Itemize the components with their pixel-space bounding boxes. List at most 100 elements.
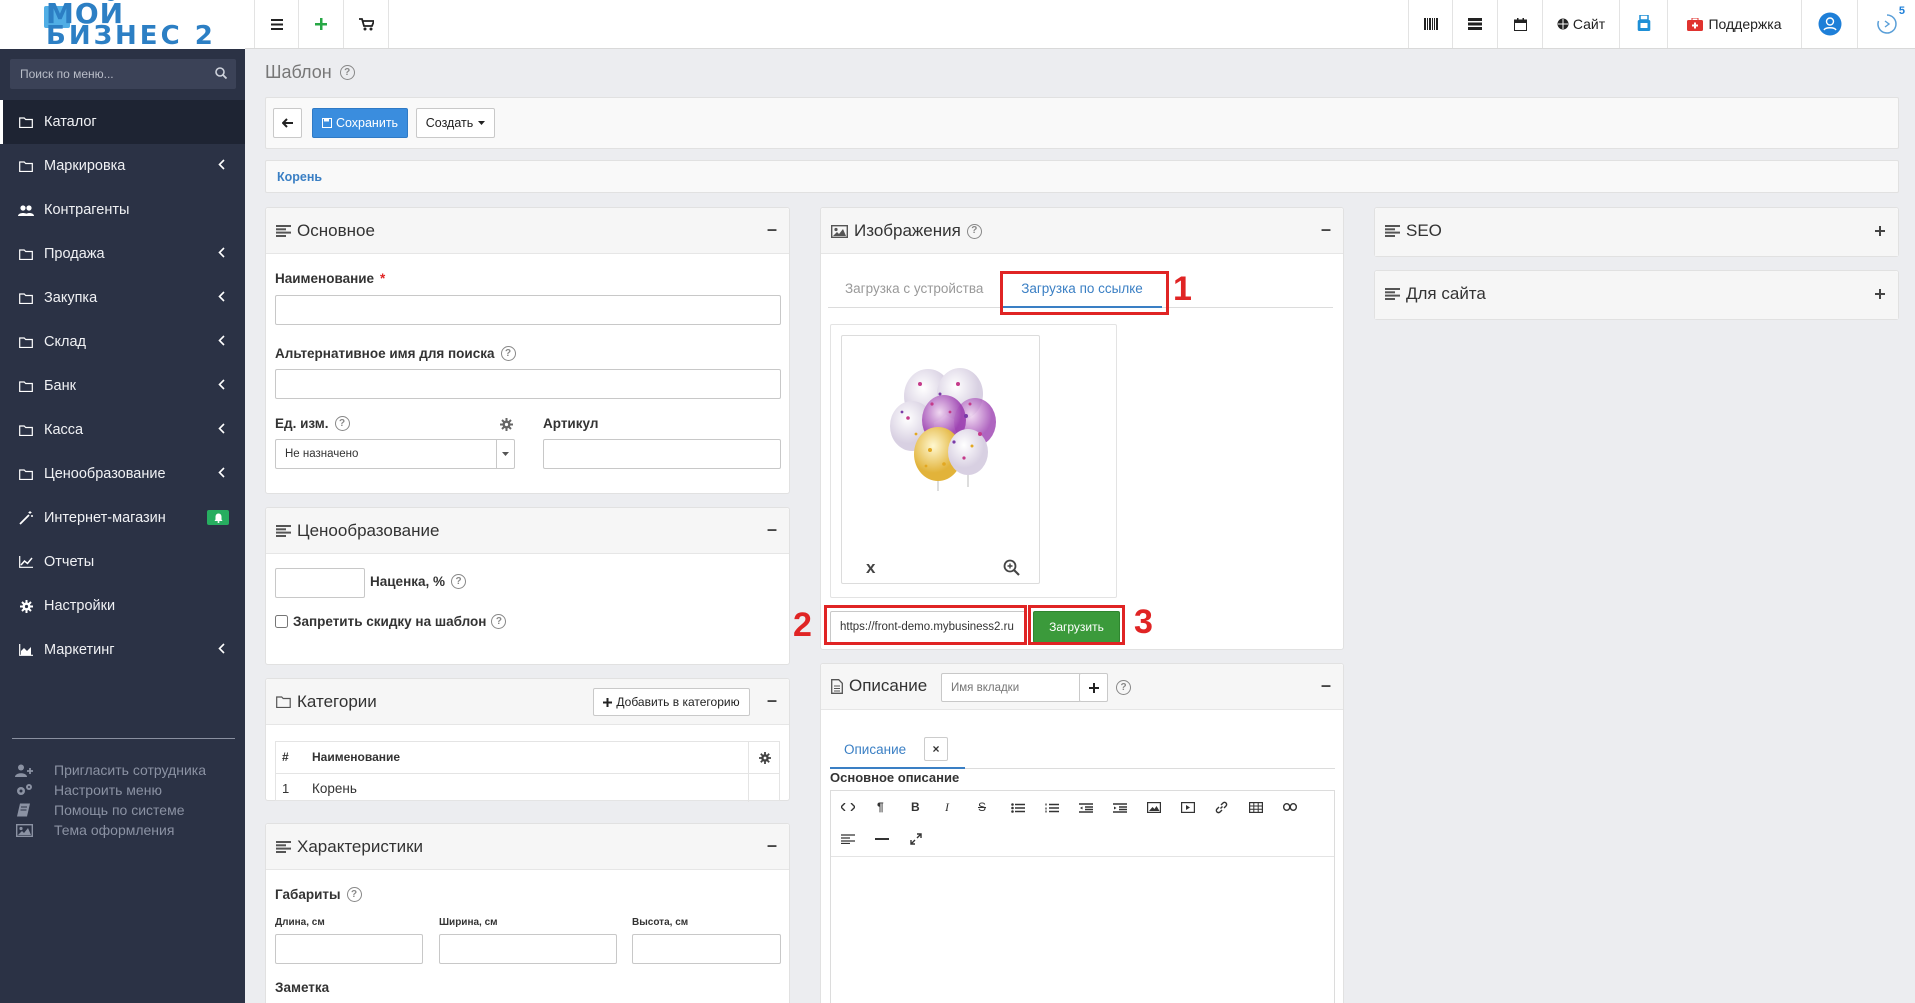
calendar-button[interactable] — [1498, 0, 1543, 48]
save-button[interactable]: Сохранить — [312, 108, 408, 138]
sidebar-item-catalog[interactable]: Каталог — [0, 100, 245, 144]
table-row[interactable]: 1 Корень — [275, 773, 780, 802]
length-input[interactable] — [275, 934, 423, 964]
system-help-link[interactable]: Помощь по системе — [14, 800, 206, 820]
fullscreen-icon[interactable] — [910, 833, 922, 845]
sidebar-item-contractors[interactable]: Контрагенты — [0, 188, 245, 232]
seo-panel-header[interactable]: SEO — [1375, 208, 1898, 256]
gear-icon[interactable] — [759, 752, 771, 764]
barcode-button[interactable] — [1408, 0, 1453, 48]
unordered-list-icon[interactable] — [1011, 803, 1025, 813]
collapse-icon[interactable]: – — [767, 519, 777, 540]
horizontal-rule-icon[interactable] — [875, 838, 889, 840]
logo[interactable]: МОЙ БИЗНЕС 2 — [0, 0, 245, 49]
strikethrough-icon[interactable]: S — [978, 800, 986, 814]
support-button[interactable]: Поддержка — [1668, 0, 1802, 48]
help-icon[interactable]: ? — [339, 65, 355, 80]
outdent-icon[interactable] — [1079, 803, 1093, 813]
italic-icon[interactable]: I — [945, 800, 949, 815]
collapse-icon[interactable]: – — [1321, 675, 1331, 696]
invite-employee-link[interactable]: Пригласить сотрудника — [14, 760, 206, 780]
plus-icon — [315, 18, 327, 30]
help-icon[interactable]: ? — [491, 614, 507, 629]
help-icon[interactable]: ? — [500, 346, 516, 361]
image-thumbnail-card: x — [841, 335, 1040, 584]
editor-content-area[interactable] — [831, 858, 1334, 1003]
user-avatar-button[interactable] — [1802, 0, 1858, 48]
markup-input[interactable] — [275, 568, 365, 598]
tab-name-input[interactable] — [941, 673, 1081, 702]
collapse-icon[interactable]: – — [767, 219, 777, 240]
sidebar-item-marking[interactable]: Маркировка — [0, 144, 245, 188]
collapse-icon[interactable]: – — [1321, 219, 1331, 240]
alt-name-input[interactable] — [275, 369, 781, 399]
table-icon[interactable] — [1249, 802, 1263, 813]
help-icon[interactable]: ? — [451, 574, 466, 589]
sidebar-item-bank[interactable]: Банк — [0, 364, 245, 408]
name-input[interactable] — [275, 295, 781, 325]
expand-plus-icon[interactable] — [1875, 289, 1885, 299]
add-tab-button[interactable] — [1079, 673, 1108, 702]
sidebar-item-pricing[interactable]: Ценообразование — [0, 452, 245, 496]
add-button[interactable] — [299, 0, 344, 48]
server-button[interactable] — [1453, 0, 1498, 48]
no-discount-checkbox[interactable] — [275, 615, 288, 628]
create-dropdown-button[interactable]: Создать — [416, 108, 495, 138]
categories-panel: Категории Добавить в категорию – # Наиме… — [265, 678, 790, 802]
cashbox-button[interactable] — [1620, 0, 1668, 48]
unit-select[interactable]: Не назначено — [275, 439, 515, 469]
menu-toggle-button[interactable] — [254, 0, 299, 48]
sidebar-item-marketing[interactable]: Маркетинг — [0, 628, 245, 672]
sidebar-item-sales[interactable]: Продажа — [0, 232, 245, 276]
collapse-icon[interactable]: – — [767, 690, 777, 711]
help-icon[interactable]: ? — [334, 416, 350, 431]
back-button[interactable] — [273, 108, 302, 138]
site-button[interactable]: Сайт — [1543, 0, 1620, 48]
configure-menu-link[interactable]: Настроить меню — [14, 780, 206, 800]
expand-plus-icon[interactable] — [1875, 226, 1885, 236]
sidebar-item-purchase[interactable]: Закупка — [0, 276, 245, 320]
width-input[interactable] — [439, 934, 617, 964]
sidebar-item-settings[interactable]: Настройки — [0, 584, 245, 628]
article-input[interactable] — [543, 439, 781, 469]
height-input[interactable] — [632, 934, 781, 964]
close-tab-button[interactable]: × — [924, 737, 948, 761]
remove-image-button[interactable]: x — [866, 558, 875, 578]
for-site-panel-header[interactable]: Для сайта — [1375, 271, 1898, 319]
ordered-list-icon[interactable] — [1045, 803, 1059, 813]
align-left-icon[interactable] — [841, 834, 855, 844]
sidebar-item-cash[interactable]: Касса — [0, 408, 245, 452]
tab-upload-from-device[interactable]: Загрузка с устройства — [845, 281, 983, 296]
zoom-in-icon[interactable] — [1003, 559, 1020, 576]
add-to-category-button[interactable]: Добавить в категорию — [593, 688, 750, 716]
code-view-icon[interactable] — [841, 803, 855, 811]
help-icon[interactable]: ? — [346, 887, 362, 902]
tab-description[interactable]: Описание × — [830, 731, 965, 769]
search-icon[interactable] — [215, 67, 227, 79]
theme-link[interactable]: Тема оформления — [14, 820, 206, 840]
image-preview-area: x — [830, 324, 1117, 598]
sidebar-item-label: Маркировка — [44, 158, 126, 174]
cart-button[interactable] — [344, 0, 389, 48]
sidebar-item-online-store[interactable]: Интернет-магазин — [0, 496, 245, 540]
gear-icon[interactable] — [500, 418, 513, 431]
collapse-icon[interactable]: – — [767, 835, 777, 856]
sidebar-item-reports[interactable]: Отчеты — [0, 540, 245, 584]
paragraph-icon[interactable]: ¶ — [877, 800, 884, 814]
indent-icon[interactable] — [1113, 803, 1127, 813]
insert-image-icon[interactable] — [1147, 802, 1161, 813]
bold-icon[interactable]: B — [911, 800, 920, 814]
sidebar-search-input[interactable] — [10, 59, 236, 89]
unit-select-toggle[interactable] — [496, 440, 514, 468]
sidebar-item-warehouse[interactable]: Склад — [0, 320, 245, 364]
help-icon[interactable]: ? — [1116, 680, 1131, 695]
sidebar-item-label: Каталог — [44, 114, 97, 130]
caret-down-icon — [502, 452, 509, 456]
notifications-button[interactable]: 5 — [1858, 0, 1915, 48]
help-icon[interactable]: ? — [966, 223, 982, 239]
dimensions-label-text: Габариты — [275, 887, 341, 902]
link-icon[interactable] — [1215, 801, 1228, 814]
breadcrumb-root-link[interactable]: Корень — [277, 170, 322, 184]
unlink-icon[interactable] — [1283, 803, 1297, 811]
insert-video-icon[interactable] — [1181, 802, 1195, 813]
